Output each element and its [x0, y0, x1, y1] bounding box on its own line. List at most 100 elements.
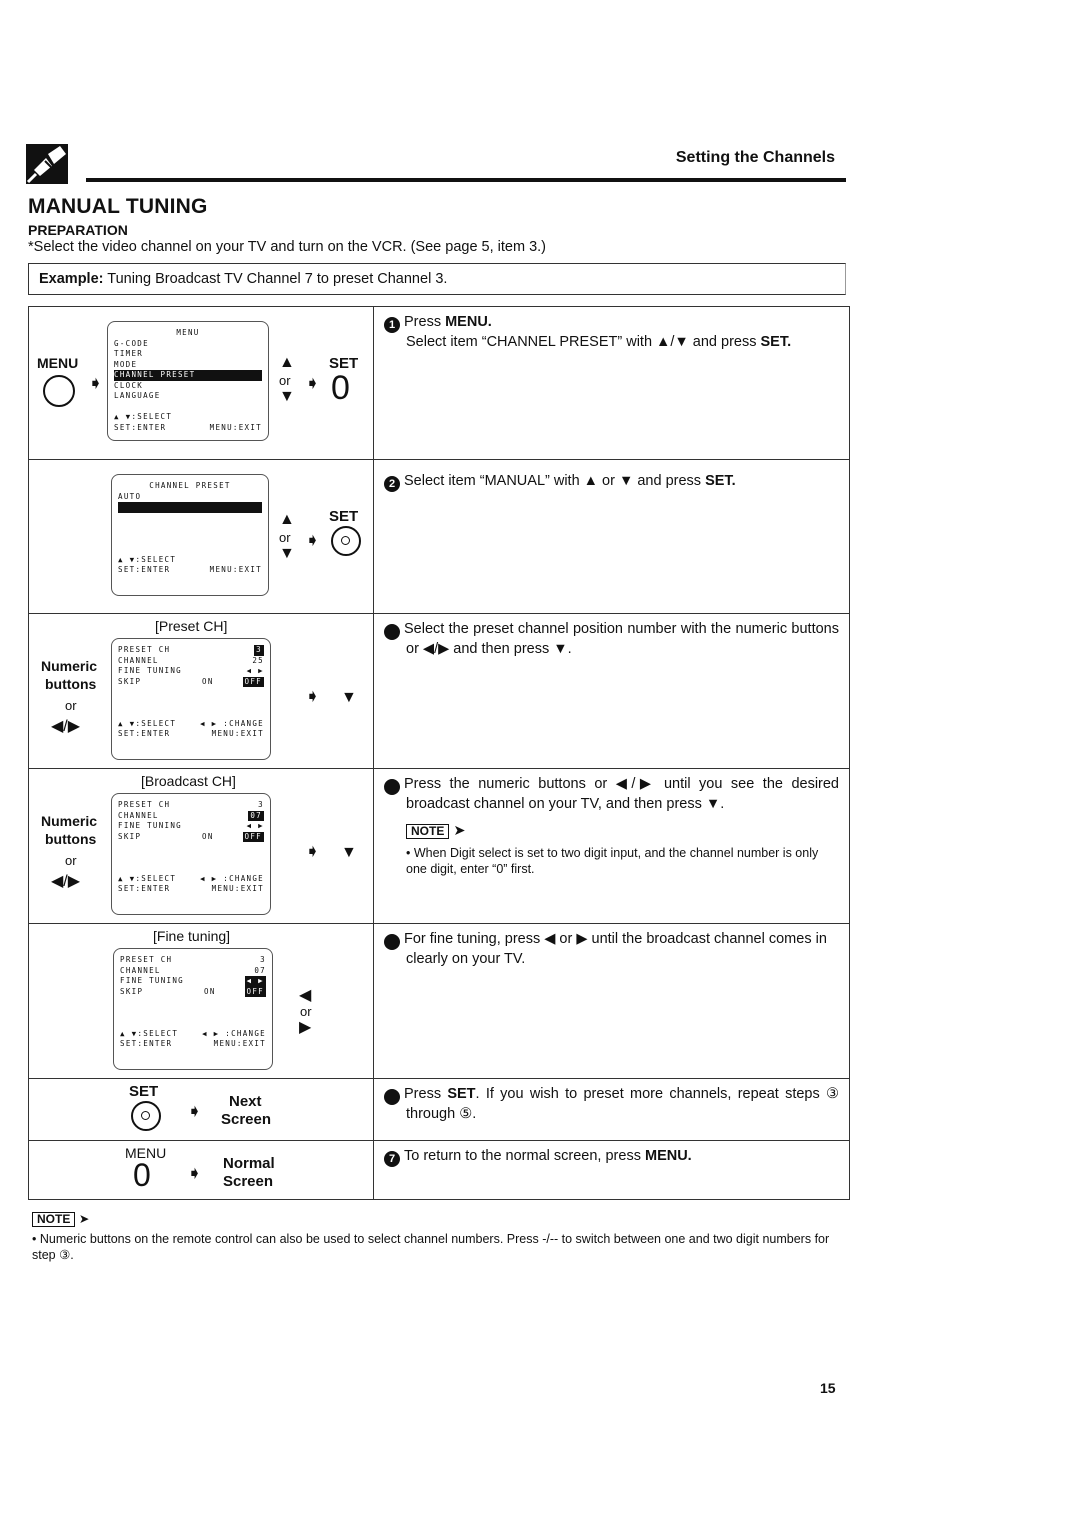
normal-screen-label: Screen: [223, 1173, 274, 1190]
osd-footer-exit: MENU:EXIT: [213, 1039, 266, 1048]
left-triangle-icon: ◀: [299, 987, 312, 1004]
osd-footer-exit: MENU:EXIT: [209, 422, 262, 432]
osd-row-value: OFF: [244, 986, 266, 997]
arrow-right-icon: ➧: [305, 841, 321, 861]
set-button-icon: [331, 526, 361, 556]
or-text: or: [279, 530, 291, 545]
step-7-instructions: 7 To return to the normal screen, press M…: [374, 1141, 850, 1199]
osd-row-on: ON: [204, 986, 216, 996]
osd-item: MODE: [114, 359, 138, 369]
note-text: • When Digit select is set to two digit …: [406, 846, 819, 876]
screen-caption: [Fine tuning]: [153, 928, 231, 944]
arrow-right-icon: ➧: [88, 373, 104, 393]
osd-footer-select: ▲ ▼:SELECT: [118, 718, 177, 728]
arrow-right-icon: ➧: [187, 1163, 203, 1183]
step-number-badge: 3: [378, 624, 400, 640]
arrow-right-icon: ➧: [305, 686, 321, 706]
osd-menu-screen: MENU G-CODE TIMER MODE CHANNEL PRESET CL…: [107, 321, 269, 441]
step-number-badge: 5: [378, 934, 400, 950]
step-text: Press: [404, 314, 446, 330]
step-2-instructions: 2 Select item “MANUAL” with ▲ or ▼ and pr…: [374, 460, 850, 613]
step-row-6: SET ➧ Next Screen 6 Press SET. If you wis…: [28, 1079, 850, 1141]
osd-row-on: ON: [202, 676, 214, 686]
page-title: MANUAL TUNING: [28, 195, 208, 218]
osd-item-selected: CHANNEL PRESET: [114, 370, 262, 381]
osd-footer-enter: SET:ENTER: [120, 1039, 173, 1048]
numeric-buttons-label: buttons: [45, 831, 97, 847]
normal-screen-label: Normal: [223, 1155, 275, 1172]
step-row-3: [Preset CH] Numeric buttons or ◀/▶ PRESE…: [28, 614, 850, 769]
section-title: Setting the Channels: [675, 149, 835, 166]
up-triangle-icon: ▲: [279, 354, 295, 371]
osd-row-value: OFF: [242, 676, 264, 687]
step-text: For fine tuning, press ◀ or ▶ until the …: [404, 931, 827, 967]
osd-footer-exit: MENU:EXIT: [211, 884, 264, 893]
right-triangle-icon: ▶: [299, 1019, 312, 1036]
osd-row-value: ◀ ▶: [246, 821, 264, 830]
step-6-illustration: SET ➧ Next Screen: [28, 1079, 374, 1140]
osd-row-value: 3: [254, 645, 264, 656]
step-2-illustration: CHANNEL PRESET AUTO ▲ ▼:SELECT SET:ENTER…: [28, 460, 374, 613]
osd-footer-change: ◀ ▶ :CHANGE: [200, 718, 264, 728]
step-1-illustration: MENU ➧ MENU G-CODE TIMER MODE CHANNEL PR…: [28, 307, 374, 459]
next-screen-label: Next: [229, 1093, 262, 1110]
step-number-badge: 1: [384, 317, 400, 333]
example-box: Example: Tuning Broadcast TV Channel 7 t…: [28, 263, 846, 295]
step-number-badge: 7: [384, 1151, 400, 1167]
osd-row: FINE TUNING ◀ ▶: [118, 666, 264, 677]
osd-row-label: FINE TUNING: [120, 976, 184, 985]
osd-title: CHANNEL PRESET: [149, 481, 231, 490]
osd-row-label: FINE TUNING: [118, 666, 182, 675]
note-tag: NOTE: [406, 824, 450, 839]
or-text: or: [279, 373, 291, 388]
osd-row-label: PRESET CH: [118, 645, 171, 654]
step-5-instructions: 5 For fine tuning, press ◀ or ▶ until the…: [374, 924, 850, 1078]
down-triangle-icon: ▼: [279, 545, 295, 562]
left-right-arrows-icon: ◀/▶: [51, 718, 81, 735]
page-number: 15: [820, 1380, 836, 1396]
numeric-buttons-label: Numeric: [41, 658, 98, 674]
preparation-text: *Select the video channel on your TV and…: [28, 239, 547, 255]
numeric-buttons-label: buttons: [45, 676, 97, 692]
osd-row-value: 07: [254, 965, 266, 975]
step-1-instructions: 1 Press MENU. Select item “CHANNEL PRESET…: [374, 307, 850, 459]
osd-row-value: 3: [260, 955, 266, 964]
osd-item: TIMER: [114, 349, 144, 358]
step-5-illustration: [Fine tuning] PRESET CH 3 CHANNEL 07 FINE …: [28, 924, 374, 1078]
or-text: or: [65, 698, 77, 713]
note-tag: NOTE: [32, 1212, 76, 1227]
screen-caption: [Preset CH]: [155, 618, 228, 634]
osd-row-value: 3: [258, 800, 264, 809]
osd-row-label: SKIP: [118, 676, 142, 686]
osd-preset-screen: PRESET CH 3 CHANNEL 25 FINE TUNING ◀ ▶ SKIP…: [111, 638, 271, 760]
step-text-bold: SET: [447, 1086, 476, 1102]
example-text: Tuning Broadcast TV Channel 7 to preset …: [103, 271, 448, 287]
osd-footer-enter: SET:ENTER: [114, 422, 167, 432]
step-text: Select item “CHANNEL PRESET” with ▲/▼ an…: [406, 334, 761, 350]
osd-row-label: FINE TUNING: [118, 821, 182, 830]
screen-caption: [Broadcast CH]: [141, 773, 236, 789]
osd-item: CLOCK: [114, 380, 144, 390]
manual-page: Setting the Channels MANUAL TUNING PREPA…: [0, 0, 1080, 1518]
step-3-instructions: 3 Select the preset channel position numb…: [374, 614, 850, 768]
step-number-badge: 6: [378, 1089, 400, 1105]
osd-footer-select: ▲ ▼:SELECT: [114, 412, 173, 421]
numeric-buttons-label: Numeric: [41, 813, 98, 829]
step-text: To return to the normal screen, press: [404, 1148, 645, 1164]
arrow-right-icon: ➧: [305, 373, 321, 393]
osd-item: AUTO: [118, 491, 142, 501]
menu-button-icon: [43, 375, 75, 407]
osd-footer-exit: MENU:EXIT: [211, 729, 264, 738]
header-rule: [86, 178, 846, 182]
osd-footer-select: ▲ ▼:SELECT: [118, 554, 177, 564]
osd-row-label: CHANNEL: [118, 655, 159, 665]
or-text: or: [65, 853, 77, 868]
step-text: Press: [404, 1086, 448, 1102]
osd-row-label: CHANNEL: [120, 965, 161, 975]
step-6-instructions: 6 Press SET. If you wish to preset more c…: [374, 1079, 850, 1140]
step-row-5: [Fine tuning] PRESET CH 3 CHANNEL 07 FINE …: [28, 924, 850, 1079]
osd-row-value: OFF: [242, 831, 264, 842]
step-text-bold: MENU.: [445, 314, 492, 330]
down-triangle-icon: ▼: [279, 388, 295, 405]
down-triangle-icon: ▼: [341, 689, 357, 706]
